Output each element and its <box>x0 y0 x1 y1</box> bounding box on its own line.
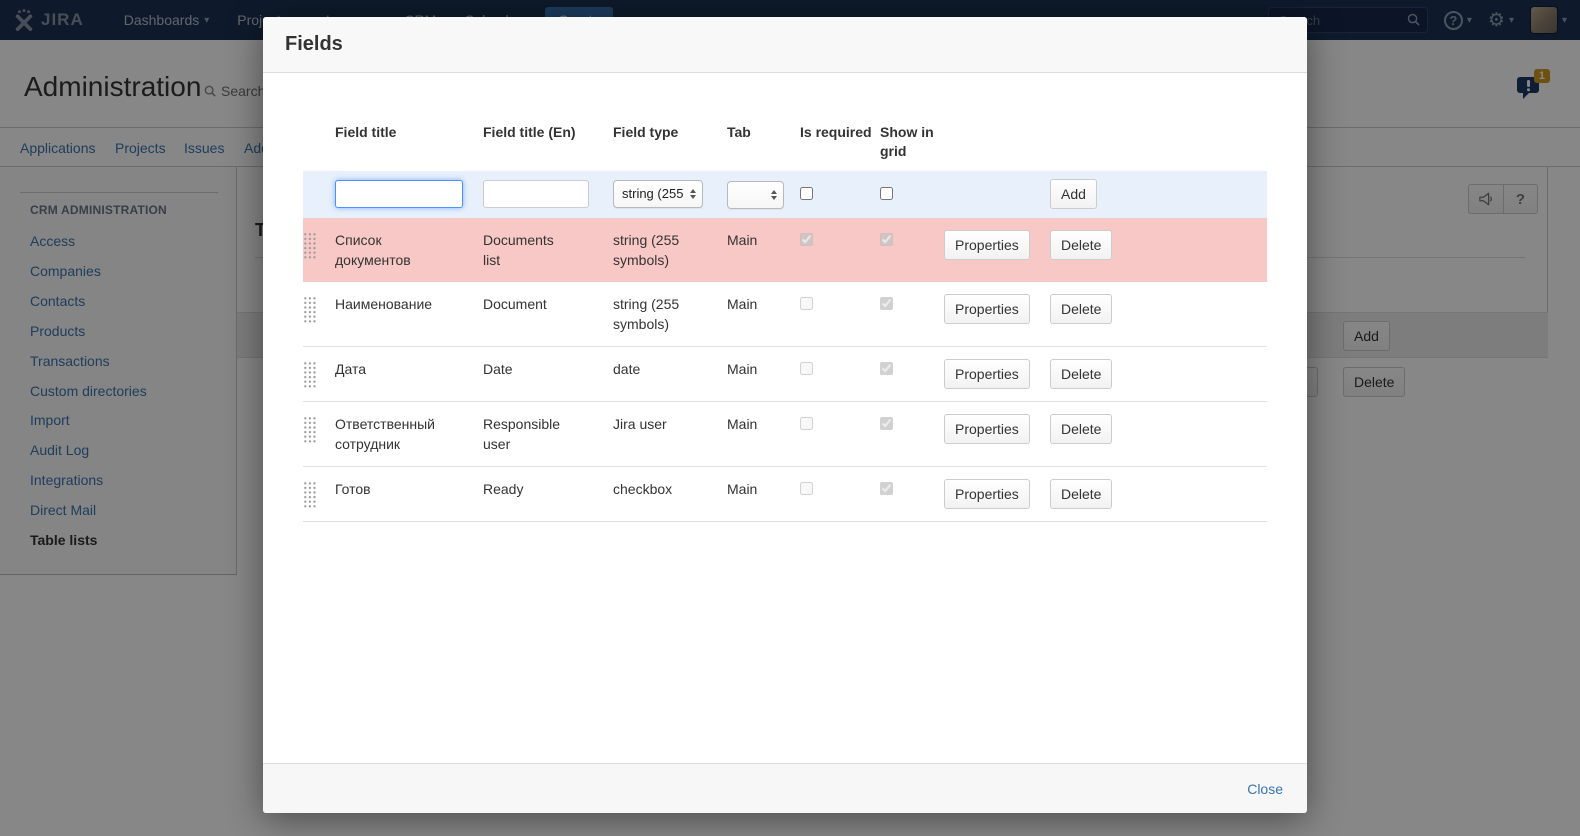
new-field-type-select[interactable]: string (255 <box>613 180 703 208</box>
field-row-date: Дата Date date Main Properties Delete <box>303 347 1267 402</box>
is-required-checkbox <box>800 297 813 310</box>
dialog-body: Field title Field title (En) Field type … <box>263 73 1307 763</box>
field-tab: Main <box>727 230 792 250</box>
field-type: date <box>613 359 685 379</box>
drag-handle-icon[interactable] <box>303 232 317 259</box>
field-type: string (255 symbols) <box>613 230 685 270</box>
application-window: JIRA Dashboards▾ Projects▾ Issues▾ CRM C… <box>0 0 1580 836</box>
select-stepper-icon <box>690 189 696 199</box>
is-required-checkbox <box>800 482 813 495</box>
properties-button[interactable]: Properties <box>944 359 1030 389</box>
field-title-en: Date <box>483 359 567 379</box>
show-in-grid-checkbox <box>880 417 893 430</box>
dialog-footer: Close <box>263 763 1307 813</box>
col-tab: Tab <box>727 103 800 171</box>
field-tab: Main <box>727 359 792 379</box>
delete-button[interactable]: Delete <box>1050 294 1112 324</box>
col-field-title: Field title <box>335 103 483 171</box>
properties-button[interactable]: Properties <box>944 294 1030 324</box>
delete-button[interactable]: Delete <box>1050 230 1112 260</box>
add-field-button[interactable]: Add <box>1050 179 1097 209</box>
is-required-checkbox <box>800 233 813 246</box>
show-in-grid-checkbox <box>880 362 893 375</box>
field-tab: Main <box>727 414 792 434</box>
field-tab: Main <box>727 294 792 314</box>
field-type: string (255 symbols) <box>613 294 685 334</box>
new-is-required-checkbox[interactable] <box>800 187 813 200</box>
field-tab: Main <box>727 479 792 499</box>
table-header-row: Field title Field title (En) Field type … <box>303 103 1267 171</box>
field-row-documents-list: Список документов Documents list string … <box>303 218 1267 282</box>
fields-dialog: Fields Field title Field title (En) Fiel… <box>263 17 1307 813</box>
field-row-ready: Готов Ready checkbox Main Properties Del… <box>303 467 1267 522</box>
new-show-in-grid-checkbox[interactable] <box>880 187 893 200</box>
col-field-title-en: Field title (En) <box>483 103 613 171</box>
field-title-en: Responsible user <box>483 414 567 454</box>
col-show-in-grid: Show in grid <box>880 103 944 171</box>
field-title-en: Documents list <box>483 230 567 270</box>
properties-button[interactable]: Properties <box>944 414 1030 444</box>
drag-handle-icon[interactable] <box>303 361 317 388</box>
close-dialog-link[interactable]: Close <box>1247 781 1283 797</box>
new-field-title-en-input[interactable] <box>483 180 589 208</box>
field-type: checkbox <box>613 479 685 499</box>
show-in-grid-checkbox <box>880 233 893 246</box>
is-required-checkbox <box>800 362 813 375</box>
delete-button[interactable]: Delete <box>1050 359 1112 389</box>
drag-handle-icon[interactable] <box>303 481 317 508</box>
col-is-required: Is required <box>800 103 880 171</box>
dialog-title: Fields <box>285 33 343 56</box>
is-required-checkbox <box>800 417 813 430</box>
col-field-type: Field type <box>613 103 727 171</box>
drag-handle-icon[interactable] <box>303 296 317 323</box>
delete-button[interactable]: Delete <box>1050 479 1112 509</box>
delete-button[interactable]: Delete <box>1050 414 1112 444</box>
field-row-document: Наименование Document string (255 symbol… <box>303 282 1267 347</box>
new-field-row: string (255 Add <box>303 171 1267 218</box>
field-title-en: Document <box>483 294 567 314</box>
new-field-title-input[interactable] <box>335 180 463 208</box>
drag-handle-icon[interactable] <box>303 416 317 443</box>
properties-button[interactable]: Properties <box>944 230 1030 260</box>
properties-button[interactable]: Properties <box>944 479 1030 509</box>
field-title: Ответственный сотрудник <box>335 414 451 454</box>
fields-table: Field title Field title (En) Field type … <box>303 103 1267 522</box>
new-field-tab-select[interactable] <box>727 181 784 209</box>
show-in-grid-checkbox <box>880 297 893 310</box>
field-type: Jira user <box>613 414 685 434</box>
field-title: Готов <box>335 479 451 499</box>
field-title: Наименование <box>335 294 451 314</box>
field-title-en: Ready <box>483 479 567 499</box>
field-title: Дата <box>335 359 451 379</box>
field-title: Список документов <box>335 230 451 270</box>
dialog-header: Fields <box>263 17 1307 73</box>
show-in-grid-checkbox <box>880 482 893 495</box>
field-row-responsible-user: Ответственный сотрудник Responsible user… <box>303 402 1267 467</box>
select-stepper-icon <box>771 190 777 200</box>
